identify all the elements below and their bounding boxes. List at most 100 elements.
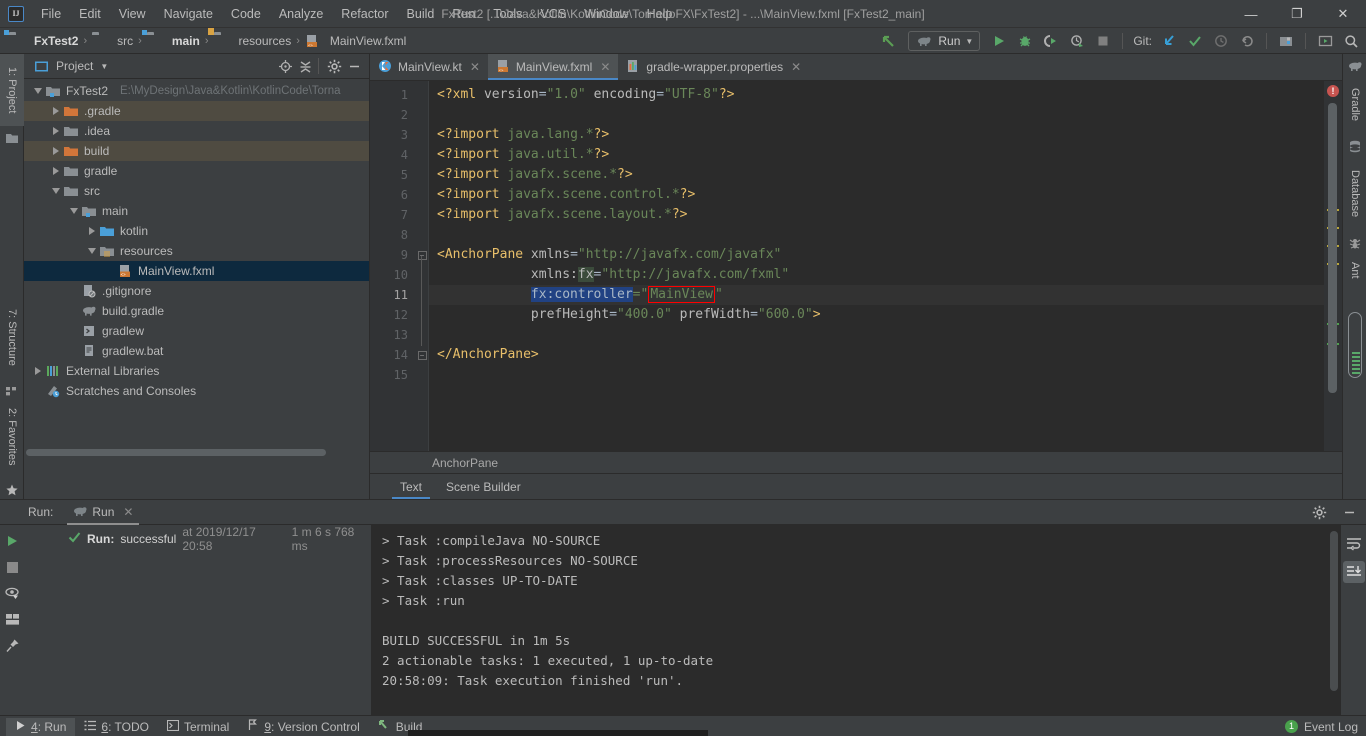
sidebar-item-database[interactable]: Database <box>1343 158 1366 230</box>
breadcrumb-resources[interactable]: resources <box>207 27 295 50</box>
hide-panel-button[interactable] <box>1340 503 1358 521</box>
select-in-icon[interactable] <box>1316 32 1334 50</box>
editor-scrollbar-thumb[interactable] <box>1328 103 1337 393</box>
wrap-text-icon[interactable] <box>1343 533 1365 555</box>
line-number[interactable]: 12 <box>370 305 416 325</box>
tree-node-gitignore[interactable]: .gitignore <box>24 281 369 301</box>
code-line[interactable] <box>429 225 1324 245</box>
menu-vcs[interactable]: VCS <box>531 3 575 25</box>
debug-icon[interactable] <box>1016 32 1034 50</box>
line-number[interactable]: 4 <box>370 145 416 165</box>
code-line[interactable]: <?import java.lang.*?> <box>429 125 1324 145</box>
close-icon[interactable]: ✕ <box>600 60 610 74</box>
back-arrow-icon[interactable] <box>880 32 898 50</box>
chevron-down-icon[interactable] <box>68 206 79 217</box>
line-number[interactable]: 9 <box>370 245 416 265</box>
code-line[interactable] <box>429 105 1324 125</box>
run-with-coverage-icon[interactable] <box>1042 32 1060 50</box>
close-icon[interactable]: ✕ <box>791 60 801 74</box>
line-number[interactable]: 3 <box>370 125 416 145</box>
error-count-badge[interactable]: ! <box>1327 85 1339 97</box>
sidebar-item-structure[interactable]: 7: Structure <box>0 295 24 379</box>
search-everywhere-icon[interactable] <box>1342 32 1360 50</box>
console-output[interactable]: > Task :compileJava NO-SOURCE > Task :pro… <box>372 525 1340 715</box>
sidebar-item-favorites[interactable]: 2: Favorites <box>0 397 24 477</box>
menu-run[interactable]: Run <box>443 3 484 25</box>
run-configuration-selector[interactable]: Run ▼ <box>908 31 981 51</box>
chevron-down-icon[interactable] <box>86 246 97 257</box>
code-line[interactable]: prefHeight="400.0" prefWidth="600.0"> <box>429 305 1324 325</box>
code-line[interactable] <box>429 325 1324 345</box>
close-button[interactable]: ✕ <box>1320 0 1366 28</box>
code-line[interactable]: <?xml version="1.0" encoding="UTF-8"?> <box>429 85 1324 105</box>
filter-icon[interactable] <box>4 585 20 601</box>
run-session-tab[interactable]: Run ✕ <box>67 503 140 525</box>
code-line[interactable]: <AnchorPane xmlns="http://javafx.com/jav… <box>429 245 1324 265</box>
line-number[interactable]: 8 <box>370 225 416 245</box>
project-tree-horizontal-scrollbar[interactable] <box>26 449 326 456</box>
rerun-icon[interactable] <box>4 533 20 549</box>
close-icon[interactable]: ✕ <box>123 505 133 519</box>
tool-window-terminal[interactable]: Terminal <box>158 718 238 736</box>
tree-node-idea[interactable]: .idea <box>24 121 369 141</box>
chevron-down-icon[interactable] <box>32 86 43 97</box>
hide-panel-button[interactable] <box>345 57 363 75</box>
menu-file[interactable]: File <box>32 3 70 25</box>
breadcrumb-mainview-fxml[interactable]: <> MainView.fxml <box>302 32 409 50</box>
chevron-right-icon[interactable] <box>50 106 61 117</box>
update-project-icon[interactable] <box>1160 32 1178 50</box>
tree-node-scratches-and-consoles[interactable]: Scratches and Consoles <box>24 381 369 401</box>
code-editor[interactable]: 1 2 3 4 5 6 7 8 9 10 11 12 13 14 15 − − <?xml version=… <box>370 81 1342 451</box>
sidebar-item-project[interactable]: 1: Project <box>0 54 24 126</box>
commit-icon[interactable] <box>1186 32 1204 50</box>
chevron-right-icon[interactable] <box>50 146 61 157</box>
menu-view[interactable]: View <box>110 3 155 25</box>
tool-window-todo[interactable]: 6: TODO <box>75 718 158 736</box>
line-number[interactable]: 5 <box>370 165 416 185</box>
run-button[interactable] <box>990 32 1008 50</box>
menu-window[interactable]: Window <box>575 3 637 25</box>
breadcrumb-main[interactable]: main <box>141 29 203 50</box>
tree-node-src[interactable]: src <box>24 181 369 201</box>
history-icon[interactable] <box>1212 32 1230 50</box>
project-structure-icon[interactable] <box>1277 32 1295 50</box>
menu-code[interactable]: Code <box>222 3 270 25</box>
tab-scene-builder[interactable]: Scene Builder <box>434 474 533 499</box>
chevron-right-icon[interactable] <box>86 226 97 237</box>
code-line[interactable]: <?import javafx.scene.layout.*?> <box>429 205 1324 225</box>
line-number[interactable]: 11 <box>370 285 416 305</box>
breadcrumb-fxtest2[interactable]: FxTest2 <box>4 29 81 50</box>
menu-tools[interactable]: Tools <box>484 3 531 25</box>
code-line[interactable]: <?import java.util.*?> <box>429 145 1324 165</box>
layout-icon[interactable] <box>4 611 20 627</box>
line-number[interactable]: 1 <box>370 85 416 105</box>
minimize-button[interactable]: — <box>1228 0 1274 28</box>
menu-navigate[interactable]: Navigate <box>155 3 222 25</box>
collapse-all-icon[interactable] <box>296 57 314 75</box>
close-icon[interactable]: ✕ <box>470 60 480 74</box>
line-number[interactable]: 14 <box>370 345 416 365</box>
tree-node-kotlin[interactable]: kotlin <box>24 221 369 241</box>
chevron-right-icon[interactable] <box>32 366 43 377</box>
tab-mainview-fxml[interactable]: <> MainView.fxml ✕ <box>487 54 619 80</box>
menu-build[interactable]: Build <box>398 3 444 25</box>
tree-node-resources[interactable]: resources <box>24 241 369 261</box>
code-folding-column[interactable]: − − <box>416 81 428 451</box>
line-number[interactable]: 10 <box>370 265 416 285</box>
stop-button[interactable] <box>1094 32 1112 50</box>
tree-node-build[interactable]: build <box>24 141 369 161</box>
chevron-down-icon[interactable]: ▼ <box>100 62 108 71</box>
code-line[interactable]: </AnchorPane> <box>429 345 1324 365</box>
breadcrumb-src[interactable]: src <box>89 32 136 50</box>
console-scrollbar-thumb[interactable] <box>1330 531 1338 691</box>
project-tree[interactable]: FxTest2 E:\MyDesign\Java&Kotlin\KotlinCod… <box>24 79 369 499</box>
code-line[interactable]: <?import javafx.scene.control.*?> <box>429 185 1324 205</box>
code-line[interactable]: xmlns:fx="http://javafx.com/fxml" <box>429 265 1324 285</box>
event-log-area[interactable]: 1 Event Log <box>1284 720 1358 734</box>
event-log-label[interactable]: Event Log <box>1304 720 1358 734</box>
run-result-row[interactable]: Run: successful at 2019/12/17 20:58 1 m … <box>24 525 371 553</box>
line-number[interactable]: 2 <box>370 105 416 125</box>
locate-in-tree-icon[interactable] <box>276 57 294 75</box>
chevron-down-icon[interactable] <box>50 186 61 197</box>
tool-window-run[interactable]: 4: Run <box>6 717 76 736</box>
